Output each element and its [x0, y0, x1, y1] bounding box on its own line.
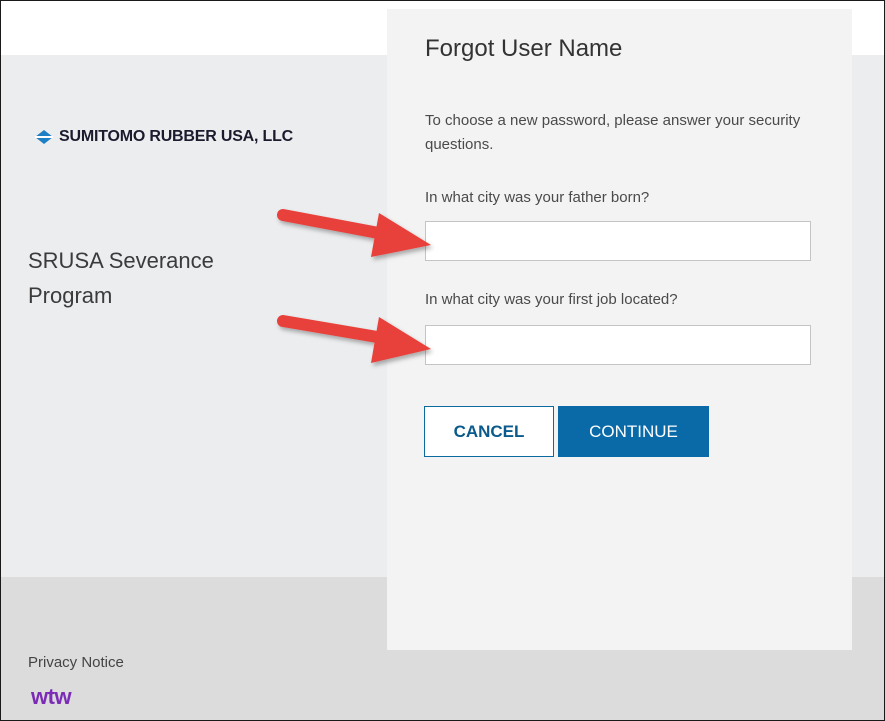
page-title: Forgot User Name: [425, 35, 623, 62]
brand-name: SUMITOMO RUBBER USA, LLC: [59, 128, 294, 145]
security-answer-2-input[interactable]: [425, 325, 811, 365]
diamond-logo-icon: [35, 130, 53, 144]
security-answer-1-input[interactable]: [425, 221, 811, 261]
forgot-username-card: Forgot User Name To choose a new passwor…: [387, 9, 852, 650]
program-title: SRUSA Severance Program: [28, 248, 214, 308]
cancel-button[interactable]: CANCEL: [424, 406, 554, 457]
wtw-logo: wtw: [31, 684, 72, 709]
brand-logo: SUMITOMO RUBBER USA, LLC: [35, 128, 293, 146]
security-question-1-label: In what city was your father born?: [425, 189, 650, 206]
continue-button[interactable]: CONTINUE: [558, 406, 709, 457]
security-question-2-label: In what city was your first job located?: [425, 291, 678, 308]
page-frame: SUMITOMO RUBBER USA, LLC SRUSA Severance…: [0, 0, 885, 721]
instructions-text: To choose a new password, please answer …: [425, 112, 801, 153]
privacy-notice-link[interactable]: Privacy Notice: [28, 654, 124, 671]
